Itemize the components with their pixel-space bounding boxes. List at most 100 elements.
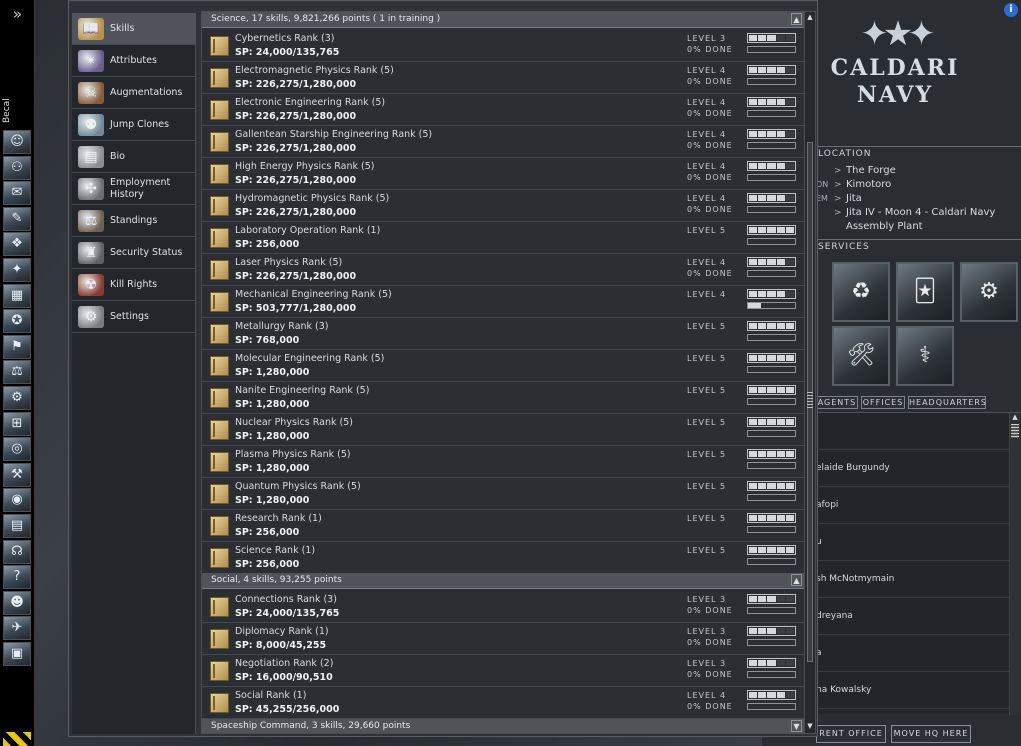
character-sheet-window: 📖 Skills ✴ Attributes ☠ Augmentations ⚉ Jump Cl… [68,0,818,737]
skill-row[interactable]: Molecular Engineering Rank (5) SP: 1,280,… [202,350,805,382]
skill-row[interactable]: Laboratory Operation Rank (1) SP: 256,000… [202,222,805,254]
skill-group-header[interactable]: Social, 4 skills, 93,255 points ▲ [202,573,805,589]
skill-row[interactable]: Laser Physics Rank (5) SP: 226,275/1,280,… [202,254,805,286]
skill-group-header[interactable]: Spaceship Command, 3 skills, 29,660 poin… [202,719,805,733]
scroll-down-icon[interactable]: ▼ [805,722,815,732]
browser-icon[interactable]: ◉ [3,488,31,513]
skill-name: Research Rank (1) [235,513,322,524]
agent-row[interactable]: dreyana [816,598,1009,635]
help-icon[interactable]: ◎ [3,437,31,462]
portrait-icon[interactable]: ☺ [3,130,31,154]
scroll-up-icon[interactable]: ▲ [805,13,815,23]
location-row[interactable]: ON > Kimotoro [816,178,1021,192]
skill-name: Connections Rank (3) [235,594,337,605]
skill-level-text: LEVEL 4 [687,98,727,107]
location-row[interactable]: Assembly Plant [816,220,1021,234]
skill-row[interactable]: Plasma Physics Rank (5) SP: 1,280,000 LEVE… [202,446,805,478]
agent-row[interactable]: sh McNotmymain [816,561,1009,598]
skill-row[interactable]: Research Rank (1) SP: 256,000 LEVEL 5 [202,510,805,542]
agent-row[interactable]: na Kowalsky [816,672,1009,709]
agent-row[interactable]: a [816,635,1009,672]
category-attributes[interactable]: ✴ Attributes [72,45,196,77]
fitting-icon[interactable]: ✪ [3,309,31,334]
cloning-icon[interactable]: ⚕ [896,326,954,386]
skill-progress-bar [747,302,796,309]
agent-row[interactable]: elaide Burgundy [816,450,1009,487]
reprocessing-icon[interactable]: ♻ [832,262,890,322]
category-employment-history[interactable]: ✣ Employment History [72,173,196,205]
skill-row[interactable]: Connections Rank (3) SP: 24,000/135,765 LE… [202,591,805,623]
category-augmentations[interactable]: ☠ Augmentations [72,77,196,109]
market-icon[interactable]: ⚖ [3,360,31,385]
rent-office-button[interactable]: RENT OFFICE [816,725,886,743]
skill-row[interactable]: Social Rank (1) SP: 45,255/256,000 LEVEL 4… [202,687,805,719]
repair-icon[interactable]: 🛠 [832,326,890,386]
agent-row[interactable]: i [816,413,1009,450]
skill-row[interactable]: Nuclear Physics Rank (5) SP: 1,280,000 LEV… [202,414,805,446]
level-pip [785,660,795,666]
expand-neocom-icon[interactable]: » [0,0,35,28]
corporation-icon[interactable]: ⚑ [3,334,31,359]
skill-row[interactable]: Nanite Engineering Rank (5) SP: 1,280,000… [202,382,805,414]
market-service-icon[interactable]: 🃏 [896,262,954,322]
drones-icon[interactable]: ⚒ [3,462,31,487]
category-settings[interactable]: ⚙ Settings [72,301,196,333]
move-hq-button[interactable]: MOVE HQ HERE [891,725,971,743]
tab-agents[interactable]: AGENTS [816,396,858,409]
info-icon[interactable]: ? [3,565,31,590]
skill-row[interactable]: Mechanical Engineering Rank (5) SP: 503,7… [202,286,805,318]
category-skills[interactable]: 📖 Skills [72,13,196,45]
agent-scrollbar[interactable]: ▲ [1009,413,1020,715]
tab-headquarters[interactable]: HEADQUARTERS [908,396,986,409]
agent-row[interactable]: u [816,524,1009,561]
skill-row[interactable]: Hydromagnetic Physics Rank (5) SP: 226,27… [202,190,805,222]
industry-icon[interactable]: ⚙ [3,385,31,410]
skill-row[interactable]: Negotiation Rank (2) SP: 16,000/90,510 LEV… [202,655,805,687]
skill-row[interactable]: Gallentean Starship Engineering Rank (5)… [202,126,805,158]
assets-icon[interactable]: ▦ [3,283,31,308]
chat-icon[interactable]: ☊ [3,539,31,564]
fitting-service-icon[interactable]: ⚙ [960,262,1018,322]
skill-progress-bar [747,494,796,501]
ship-icon[interactable]: ✈ [3,616,31,641]
skill-points: SP: 226,275/1,280,000 [235,143,357,154]
cargo-icon[interactable]: ▣ [3,641,31,666]
skill-row[interactable]: Diplomacy Rank (1) SP: 8,000/45,255 LEVEL … [202,623,805,655]
location-row[interactable]: EM > Jita [816,192,1021,206]
location-row[interactable]: > The Forge [816,164,1021,178]
scroll-up-icon[interactable]: ▲ [1010,413,1020,423]
category-jump-clones[interactable]: ⚉ Jump Clones [72,109,196,141]
skill-scrollbar[interactable]: ▲ ▼ [804,12,815,733]
agent-row[interactable]: afopi [816,487,1009,524]
skill-group-header[interactable]: Science, 17 skills, 9,821,266 points ( 1… [202,12,805,28]
category-security-status[interactable]: ♜ Security Status [72,237,196,269]
mail-icon[interactable]: ✉ [3,181,31,206]
people-icon[interactable]: ⚇ [3,155,31,180]
info-icon[interactable]: i [1004,3,1018,17]
location-row[interactable]: > Jita IV - Moon 4 - Caldari Navy [816,206,1021,220]
skill-done-text: 0% DONE [687,77,733,86]
skill-row[interactable]: Metallurgy Rank (3) SP: 768,000 LEVEL 5 [202,318,805,350]
collapse-icon[interactable]: ▲ [791,13,802,25]
skill-row[interactable]: Cybernetics Rank (3) SP: 24,000/135,765 LE… [202,30,805,62]
skill-row[interactable]: Quantum Physics Rank (5) SP: 1,280,000 LEV… [202,478,805,510]
journal-icon[interactable]: ▤ [3,513,31,538]
skill-row[interactable]: Electromagnetic Physics Rank (5) SP: 226,… [202,62,805,94]
skill-row[interactable]: High Energy Physics Rank (5) SP: 226,275/… [202,158,805,190]
starmap-icon[interactable]: ✦ [3,257,31,282]
collapse-icon[interactable]: ▲ [791,574,802,586]
notepad-icon[interactable]: ✎ [3,206,31,231]
category-kill-rights[interactable]: ☢ Kill Rights [72,269,196,301]
tab-offices[interactable]: OFFICES [861,396,905,409]
skill-row[interactable]: Electronic Engineering Rank (5) SP: 226,2… [202,94,805,126]
avatar-icon[interactable]: ☻ [3,590,31,615]
character-name[interactable]: Becal [2,94,34,128]
collapse-icon[interactable]: ▼ [791,720,802,732]
calculator-icon[interactable]: ⊞ [3,411,31,436]
skill-row[interactable]: Science Rank (1) SP: 256,000 LEVEL 5 [202,542,805,574]
map-icon[interactable]: ❖ [3,232,31,257]
skill-name: Metallurgy Rank (3) [235,321,329,332]
category-bio[interactable]: ▤ Bio [72,141,196,173]
category-standings[interactable]: ⚖ Standings [72,205,196,237]
scroll-thumb[interactable] [1011,424,1019,438]
